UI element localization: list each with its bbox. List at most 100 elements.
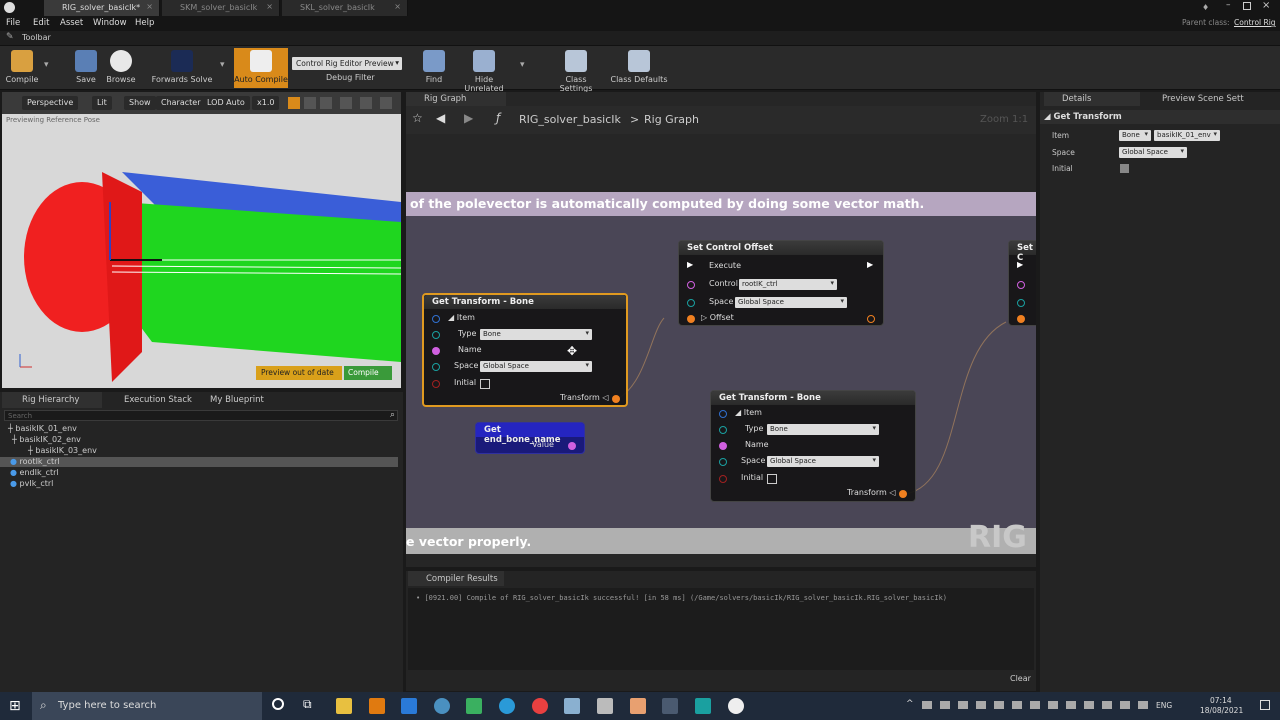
tray-icon[interactable]	[1030, 701, 1040, 709]
save-button[interactable]: Save	[70, 48, 102, 88]
app-icon[interactable]	[434, 698, 450, 714]
type-dropdown[interactable]: Bone	[480, 329, 592, 340]
details-section-header[interactable]: ◢ Get Transform	[1040, 110, 1280, 124]
offset-pin[interactable]	[1017, 315, 1025, 323]
tab-preview-scene-settings[interactable]: Preview Scene Sett	[1144, 92, 1264, 106]
list-item[interactable]: ● pvIk_ctrl	[0, 479, 398, 489]
list-item[interactable]: ● endIk_ctrl	[0, 468, 398, 478]
chevron-down-icon[interactable]: ▾	[220, 60, 225, 70]
item-pin[interactable]	[432, 315, 440, 323]
list-item[interactable]: ┼ basikIK_01_env	[0, 424, 398, 434]
tray-icon[interactable]	[1138, 701, 1148, 709]
unreal-engine-icon[interactable]	[728, 698, 744, 714]
get-end-bone-name-node[interactable]: Get end_bone_name Value	[475, 422, 585, 454]
offset-out-pin[interactable]	[867, 315, 875, 323]
taskbar-search-box[interactable]: ⌕ Type here to search	[32, 692, 262, 720]
notification-center-icon[interactable]	[1260, 700, 1270, 710]
tab-execution-stack[interactable]: Execution Stack	[104, 392, 204, 408]
tray-icon[interactable]	[922, 701, 932, 709]
maximize-icon[interactable]	[1243, 2, 1251, 10]
chrome-icon[interactable]	[532, 698, 548, 714]
initial-pin[interactable]	[719, 475, 727, 483]
tray-icon[interactable]	[958, 701, 968, 709]
item-name-dropdown[interactable]: basikIK_01_env	[1154, 130, 1220, 141]
tray-icon[interactable]	[1048, 701, 1058, 709]
tray-icon[interactable]	[1084, 701, 1094, 709]
app-icon[interactable]	[630, 698, 646, 714]
initial-checkbox[interactable]	[767, 474, 777, 484]
space-dropdown[interactable]: Global Space	[767, 456, 879, 467]
control-dropdown[interactable]: rootIK_ctrl	[739, 279, 837, 290]
class-settings-button[interactable]: Class Settings	[548, 48, 604, 93]
class-defaults-button[interactable]: Class Defaults	[610, 48, 668, 88]
sublime-icon[interactable]	[369, 698, 385, 714]
browse-button[interactable]: Browse	[104, 48, 138, 88]
type-pin[interactable]	[719, 426, 727, 434]
chevron-down-icon[interactable]: ▾	[44, 60, 49, 70]
get-transform-bone-node-2[interactable]: Get Transform - Bone ◢ Item TypeBone Nam…	[710, 390, 916, 502]
space-dropdown[interactable]: Global Space	[1119, 147, 1187, 158]
exec-in-pin[interactable]: ▶	[1017, 260, 1023, 269]
app-icon[interactable]	[564, 698, 580, 714]
tray-icon[interactable]	[1066, 701, 1076, 709]
vscode-icon[interactable]	[401, 698, 417, 714]
tray-icon[interactable]	[1102, 701, 1112, 709]
viewport-compile-button[interactable]: Compile	[344, 366, 392, 380]
app-icon[interactable]	[466, 698, 482, 714]
list-item[interactable]: ┼ basikIK_03_env	[0, 446, 398, 456]
auto-compile-button[interactable]: Auto Compile	[234, 48, 288, 88]
hide-unrelated-button[interactable]: Hide Unrelated	[456, 48, 512, 93]
space-dropdown[interactable]: Global Space	[735, 297, 847, 308]
list-item[interactable]: ┼ basikIK_02_env	[0, 435, 398, 445]
menu-window[interactable]: Window	[93, 18, 127, 28]
initial-checkbox[interactable]	[1120, 164, 1129, 173]
type-pin[interactable]	[432, 331, 440, 339]
space-pin[interactable]	[719, 458, 727, 466]
list-item[interactable]: ● rootIk_ctrl	[0, 457, 398, 467]
tab-skm-solver[interactable]: SKM_solver_basicIk ×	[162, 0, 280, 16]
viewport[interactable]: Perspective Lit Show Character LOD Auto …	[2, 92, 401, 388]
tab-details[interactable]: Details	[1044, 92, 1140, 106]
clock-date[interactable]: 18/08/2021	[1200, 706, 1243, 715]
menu-file[interactable]: File	[6, 18, 20, 28]
close-window-icon[interactable]: ×	[1262, 0, 1270, 11]
set-control-node-partial[interactable]: Set C ▶	[1008, 240, 1036, 326]
chevron-down-icon[interactable]: ▾	[520, 60, 525, 70]
tab-rig-hierarchy[interactable]: Rig Hierarchy	[2, 392, 102, 408]
space-dropdown[interactable]: Global Space	[480, 361, 592, 372]
tab-my-blueprint[interactable]: My Blueprint	[190, 392, 290, 408]
close-icon[interactable]: ×	[146, 2, 153, 11]
value-pin[interactable]	[568, 442, 576, 450]
get-transform-bone-node[interactable]: Get Transform - Bone ◢ Item TypeBone Nam…	[422, 293, 628, 407]
volume-icon[interactable]	[994, 701, 1004, 709]
item-pin[interactable]	[719, 410, 727, 418]
type-dropdown[interactable]: Bone	[767, 424, 879, 435]
app-icon[interactable]	[662, 698, 678, 714]
name-pin[interactable]	[432, 347, 440, 355]
menu-help[interactable]: Help	[135, 18, 154, 28]
rig-graph-panel[interactable]: Rig Graph ☆ ◀ ▶ ƒ RIG_solver_basicIk > R…	[406, 92, 1036, 567]
control-pin[interactable]	[687, 281, 695, 289]
transform-out-pin[interactable]	[899, 490, 907, 498]
space-pin[interactable]	[432, 363, 440, 371]
windows-start-icon[interactable]: ⊞	[9, 698, 21, 714]
tab-compiler-results[interactable]: Compiler Results	[408, 571, 504, 586]
search-icon[interactable]: ⌕	[390, 410, 395, 420]
find-button[interactable]: Find	[420, 48, 448, 88]
parent-class-link[interactable]: Control Rig	[1234, 18, 1276, 27]
set-control-offset-node[interactable]: Set Control Offset ▶ Execute ▶ Control root…	[678, 240, 884, 326]
offset-pin[interactable]	[687, 315, 695, 323]
clear-button[interactable]: Clear	[1010, 674, 1031, 683]
tray-icon[interactable]	[1120, 701, 1130, 709]
minimize-icon[interactable]: –	[1226, 0, 1231, 10]
compile-button[interactable]: Compile	[2, 48, 42, 88]
tab-rig-solver[interactable]: RIG_solver_basicIk* ×	[44, 0, 160, 16]
close-icon[interactable]: ×	[394, 2, 401, 11]
initial-pin[interactable]	[432, 380, 440, 388]
file-explorer-icon[interactable]	[336, 698, 352, 714]
close-icon[interactable]: ×	[266, 2, 273, 11]
notification-icon[interactable]: ♦	[1202, 3, 1209, 12]
exec-in-pin[interactable]: ▶	[687, 260, 693, 269]
task-view-icon[interactable]: ⧉	[303, 697, 312, 712]
exec-out-pin[interactable]: ▶	[867, 260, 873, 269]
